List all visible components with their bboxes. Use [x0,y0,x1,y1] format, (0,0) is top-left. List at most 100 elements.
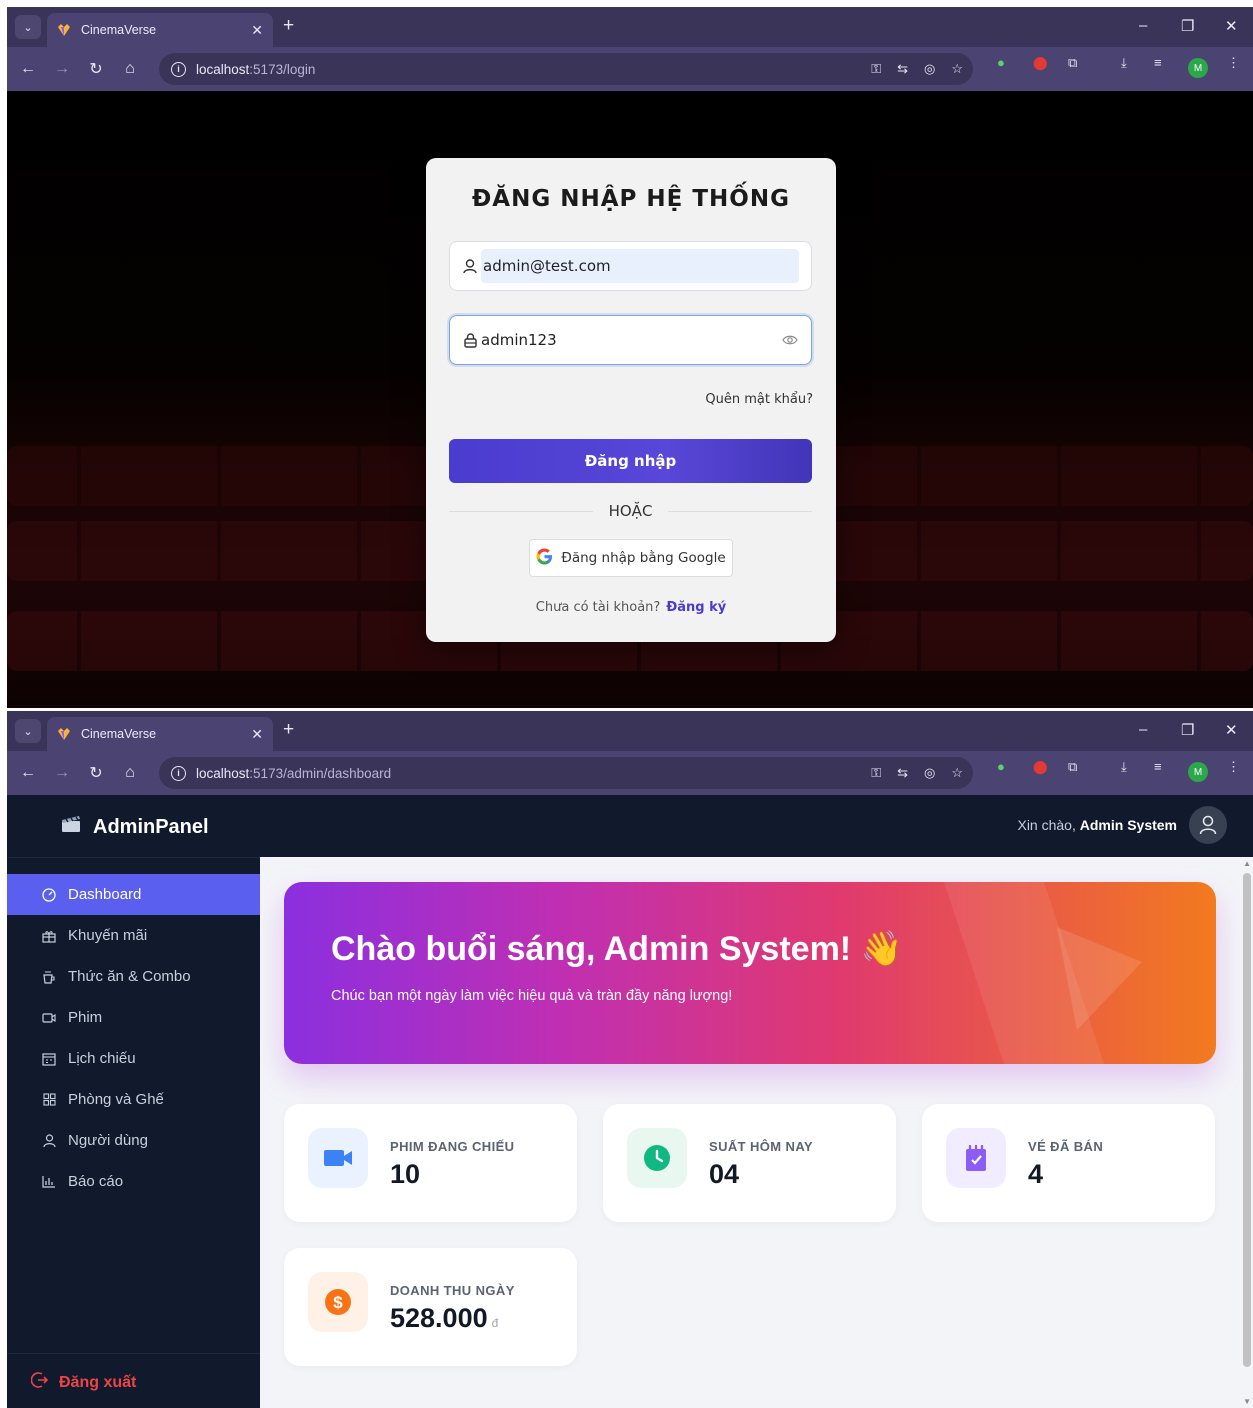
sidebar-item-food-combo[interactable]: Thức ăn & Combo [7,956,260,997]
login-card: ĐĂNG NHẬP HỆ THỐNG Quên mật khẩu? Đăng n… [426,158,836,642]
video-camera-icon [308,1128,368,1188]
home-icon[interactable]: ⌂ [113,60,147,78]
minimize-icon[interactable]: – [1139,721,1147,738]
download-icon[interactable]: ⤓ [1121,55,1127,71]
sidebar-item-label: Phim [68,1009,103,1026]
tab-close-icon[interactable]: ✕ [251,726,263,743]
restore-icon[interactable]: ❐ [1181,17,1194,35]
user-avatar[interactable] [1189,806,1227,844]
browser-tab[interactable]: CinemaVerse ✕ [47,717,273,751]
scroll-up-icon[interactable]: ▲ [1243,859,1251,868]
restore-icon[interactable]: ❐ [1181,721,1194,739]
scroll-down-icon[interactable]: ▼ [1243,1397,1251,1406]
tab-close-icon[interactable]: ✕ [251,22,263,39]
reload-icon[interactable]: ↻ [79,763,113,783]
sidebar-item-users[interactable]: Người dùng [7,1120,260,1161]
show-password-eye-icon[interactable] [781,331,799,349]
extension-green-icon[interactable]: ● [997,759,1005,774]
sidebar-item-schedule[interactable]: Lịch chiếu [7,1038,260,1079]
google-icon [536,547,553,569]
or-divider: HOẶC [449,501,813,521]
close-window-icon[interactable]: ✕ [1225,17,1238,35]
address-bar[interactable]: i localhost:5173/login ⚿ ⇆ ◎ ☆ [159,53,973,85]
back-icon[interactable]: ← [11,60,45,78]
cup-icon [41,969,57,985]
forward-icon[interactable]: → [45,764,79,782]
tab-search-button[interactable]: ⌄ [15,15,41,39]
translate-icon[interactable]: ⇆ [897,765,908,781]
forgot-password-link[interactable]: Quên mật khẩu? [705,392,813,407]
register-link[interactable]: Đăng ký [666,600,726,615]
forward-icon[interactable]: → [45,60,79,78]
stat-label: VÉ ĐÃ BÁN [1028,1139,1104,1154]
divider [7,857,260,858]
new-tab-button[interactable]: + [283,16,294,36]
reload-icon[interactable]: ↻ [79,59,113,79]
bookmark-star-icon[interactable]: ☆ [951,765,963,781]
google-login-button[interactable]: Đăng nhập bằng Google [529,539,733,577]
extension-green-icon[interactable]: ● [997,55,1005,70]
home-icon[interactable]: ⌂ [113,764,147,782]
back-icon[interactable]: ← [11,764,45,782]
download-icon[interactable]: ⤓ [1121,759,1127,775]
stat-label: PHIM ĐANG CHIẾU [390,1139,515,1154]
browser-tab[interactable]: CinemaVerse ✕ [47,13,273,47]
sidebar-item-promotions[interactable]: Khuyến mãi [7,915,260,956]
new-tab-button[interactable]: + [283,720,294,740]
logout-button[interactable]: Đăng xuất [30,1371,136,1394]
clapperboard-icon [61,815,81,839]
sidebar-item-reports[interactable]: Báo cáo [7,1161,260,1202]
password-field[interactable] [449,315,812,365]
logout-icon [30,1371,49,1394]
scrollbar-thumb[interactable] [1243,873,1251,1367]
divider [7,1353,260,1354]
extensions-puzzle-icon[interactable]: ⧉ [1068,55,1077,71]
address-bar[interactable]: i localhost:5173/admin/dashboard ⚿ ⇆ ◎ ☆ [159,757,973,789]
browser-toolbar: ← → ↻ ⌂ i localhost:5173/admin/dashboard… [7,751,1253,795]
admin-browser-window: ⌄ CinemaVerse ✕ + – ❐ ✕ ← → ↻ ⌂ i localh… [7,711,1253,1408]
stat-label: DOANH THU NGÀY [390,1283,515,1298]
sidebar-item-dashboard[interactable]: Dashboard [7,874,260,915]
translate-icon[interactable]: ⇆ [897,61,908,77]
chrome-menu-icon[interactable]: ⋮ [1227,759,1240,775]
email-input[interactable] [481,249,799,283]
reading-list-icon[interactable]: ≡ [1154,55,1162,70]
sidebar-item-label: Thức ăn & Combo [68,968,191,985]
login-browser-window: ⌄ CinemaVerse ✕ + – ❐ ✕ ← → ↻ ⌂ i localh… [7,7,1253,708]
key-icon[interactable]: ⚿ [871,765,881,781]
bookmark-star-icon[interactable]: ☆ [951,61,963,77]
eye-off-icon[interactable]: ◎ [924,61,935,77]
welcome-title: Chào buổi sáng, Admin System! 👋 [331,930,903,968]
sidebar-item-label: Người dùng [68,1132,148,1149]
password-input[interactable] [481,323,781,357]
stat-value: 10 [390,1159,421,1189]
key-icon[interactable]: ⚿ [871,61,881,77]
site-info-icon[interactable]: i [171,61,186,77]
sidebar-item-rooms-seats[interactable]: Phòng và Ghế [7,1079,260,1120]
minimize-icon[interactable]: – [1139,17,1147,34]
gift-icon [41,928,57,944]
site-info-icon[interactable]: i [171,765,186,781]
chrome-menu-icon[interactable]: ⋮ [1227,55,1240,71]
sidebar-item-label: Lịch chiếu [68,1050,136,1067]
admin-sidebar: AdminPanel Dashboard Khuyến mãi Thức ăn … [7,795,260,1408]
close-window-icon[interactable]: ✕ [1225,721,1238,739]
grid-icon [41,1092,57,1108]
sidebar-item-movies[interactable]: Phim [7,997,260,1038]
tab-search-button[interactable]: ⌄ [15,719,41,743]
extensions-puzzle-icon[interactable]: ⧉ [1068,759,1077,775]
brand[interactable]: AdminPanel [61,815,209,839]
login-button[interactable]: Đăng nhập [449,439,812,483]
stat-card-tickets: VÉ ĐÃ BÁN 4 [922,1104,1215,1222]
extension-red-icon[interactable]: ⬤ [1033,55,1048,71]
profile-avatar[interactable]: M [1188,762,1208,782]
bar-chart-icon [41,1174,57,1190]
extension-red-icon[interactable]: ⬤ [1033,759,1048,775]
scrollbar[interactable]: ▲ ▼ [1241,857,1253,1408]
tab-strip: ⌄ CinemaVerse ✕ + – ❐ ✕ [7,711,1253,751]
eye-off-icon[interactable]: ◎ [924,765,935,781]
ticket-icon [946,1128,1006,1188]
profile-avatar[interactable]: M [1188,58,1208,78]
reading-list-icon[interactable]: ≡ [1154,759,1162,774]
email-field[interactable] [449,241,812,291]
